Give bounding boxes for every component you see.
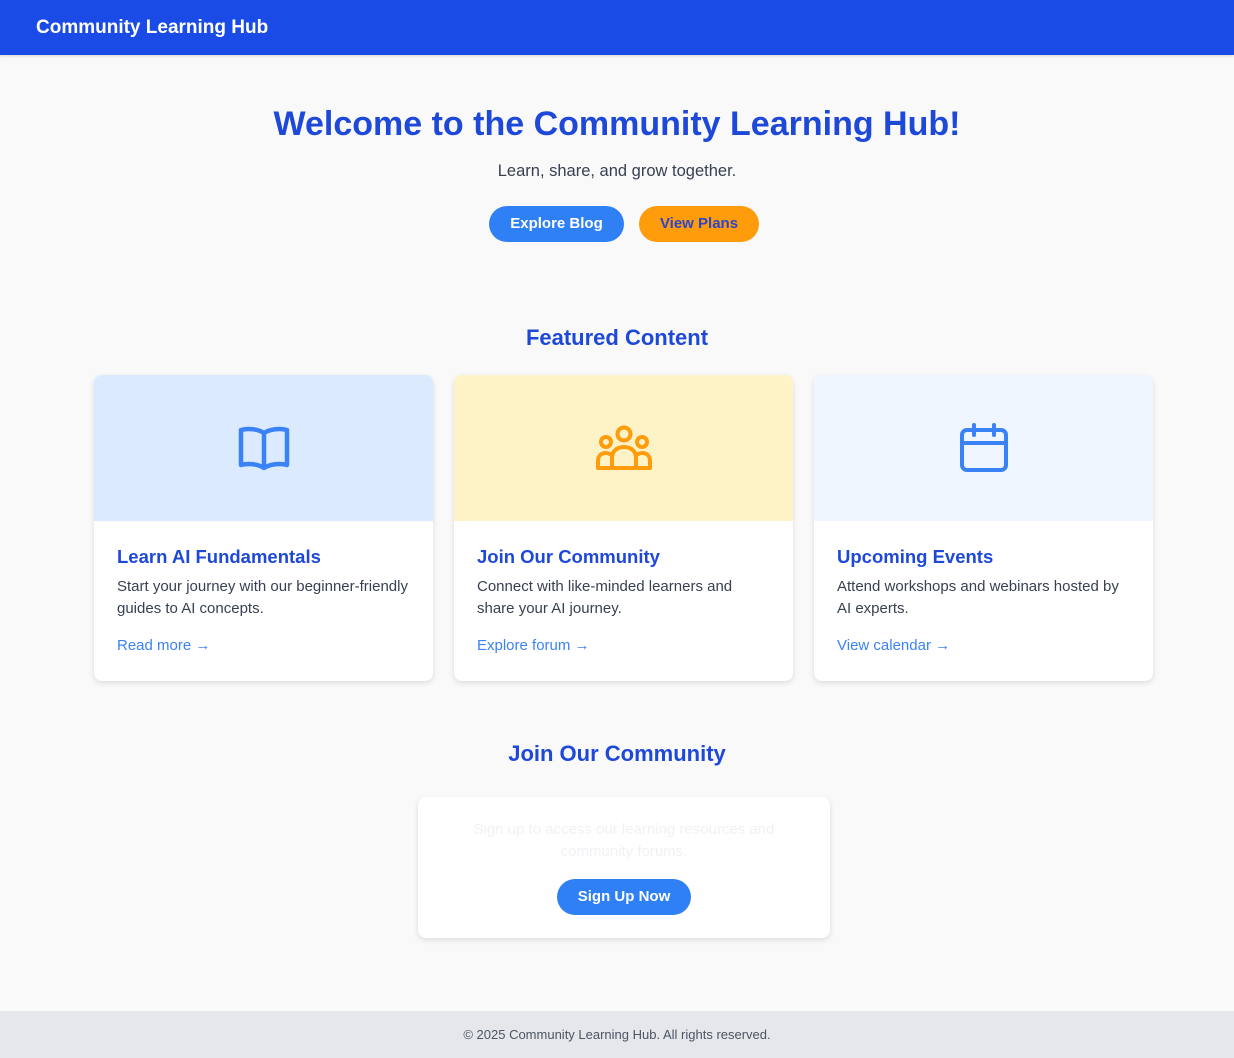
- feature-card-events: Upcoming Events Attend workshops and web…: [814, 375, 1153, 681]
- copyright-text: © 2025 Community Learning Hub. All right…: [463, 1027, 771, 1042]
- card-banner: [94, 375, 433, 521]
- explore-blog-button[interactable]: Explore Blog: [489, 206, 624, 242]
- signup-panel: Sign up to access our learning resources…: [418, 797, 830, 938]
- card-banner: [454, 375, 793, 521]
- card-title: Learn AI Fundamentals: [117, 546, 321, 567]
- view-calendar-link[interactable]: View calendar →: [837, 637, 950, 655]
- card-description: Attend workshops and webinars hosted by …: [837, 578, 1119, 617]
- community-section-title: Join Our Community: [508, 741, 726, 766]
- calendar-icon: [959, 423, 1008, 472]
- top-nav-bar: Community Learning Hub: [0, 0, 1234, 55]
- featured-section-title: Featured Content: [525, 325, 709, 350]
- card-title: Upcoming Events: [837, 546, 994, 567]
- footer: © 2025 Community Learning Hub. All right…: [0, 1011, 1234, 1058]
- feature-card-community: Join Our Community Connect with like-min…: [454, 375, 793, 681]
- sign-up-button[interactable]: Sign Up Now: [557, 879, 691, 915]
- user-group-icon: [595, 425, 652, 470]
- hero-title: Welcome to the Community Learning Hub!: [273, 105, 961, 143]
- signup-description: Sign up to access our learning resources…: [473, 821, 775, 860]
- card-title: Join Our Community: [477, 546, 660, 567]
- view-plans-button[interactable]: View Plans: [639, 206, 759, 242]
- explore-forum-link[interactable]: Explore forum →: [477, 637, 590, 655]
- card-description: Start your journey with our beginner-fri…: [117, 578, 408, 617]
- brand-title[interactable]: Community Learning Hub: [36, 17, 268, 39]
- card-description: Connect with like-minded learners and sh…: [477, 578, 733, 617]
- hero-subtitle: Learn, share, and grow together.: [497, 162, 737, 180]
- book-open-icon: [238, 426, 289, 471]
- card-banner: [814, 375, 1153, 521]
- feature-card-learn: Learn AI Fundamentals Start your journey…: [94, 375, 433, 681]
- read-more-link[interactable]: Read more →: [117, 637, 210, 655]
